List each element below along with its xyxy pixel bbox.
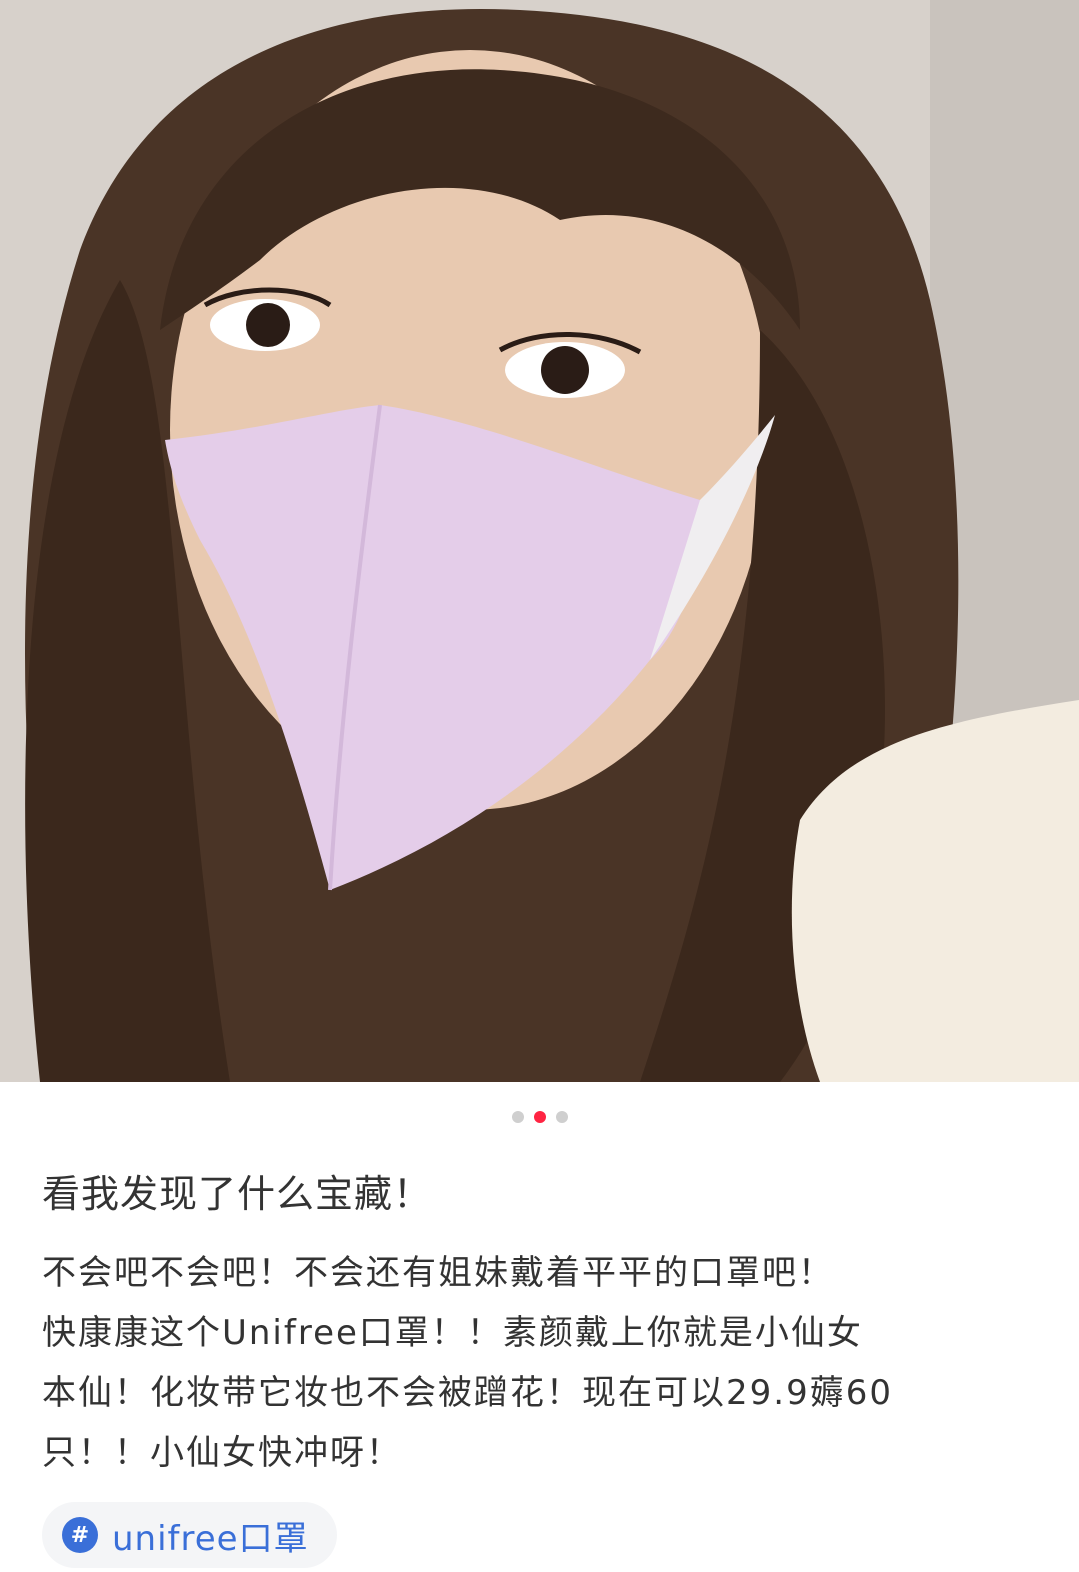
selfie-image [0,0,1079,1082]
carousel-indicator [0,1109,1079,1125]
post-body-line: 快康康这个Unifree口罩！！素颜戴上你就是小仙女 [42,1313,863,1353]
topic-tag[interactable]: # unifree口罩 [42,1502,337,1568]
carousel-dot[interactable] [555,1111,568,1123]
post-body-line: 不会吧不会吧！不会还有姐妹戴着平平的口罩吧！ [42,1253,834,1293]
post-title: 看我发现了什么宝藏！ [42,1172,433,1216]
post-photo[interactable] [0,0,1079,1082]
post-body-line: 只！！小仙女快冲呀！ [42,1433,402,1473]
post-body-line: 本仙！化妆带它妆也不会被蹭花！现在可以29.9薅60 [42,1373,893,1413]
post-body: 不会吧不会吧！不会还有姐妹戴着平平的口罩吧！ 快康康这个Unifree口罩！！素… [42,1243,1022,1483]
hashtag-icon: # [62,1517,98,1553]
topic-tag-label: unifree口罩 [112,1518,309,1559]
carousel-dot[interactable] [511,1111,524,1123]
carousel-dot-active[interactable] [533,1111,546,1123]
